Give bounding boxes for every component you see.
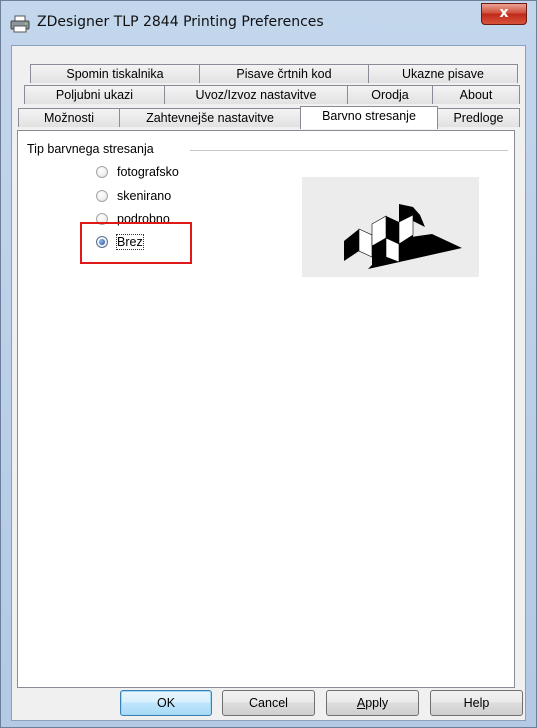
title-bar[interactable]: ZDesigner TLP 2844 Printing Preferences … — [1, 1, 536, 45]
tab-barvno-stresanje[interactable]: Barvno stresanje — [300, 106, 438, 129]
radio-button[interactable] — [96, 166, 108, 178]
printer-icon — [10, 15, 30, 33]
dither-preview-icon — [344, 204, 462, 269]
tab-predloge[interactable]: Predloge — [437, 108, 520, 127]
close-icon: x — [499, 5, 509, 21]
tab-ukazne-pisave[interactable]: Ukazne pisave — [368, 64, 518, 83]
apply-label: pply — [365, 696, 389, 710]
tab-about[interactable]: About — [432, 85, 520, 104]
dither-preview — [302, 177, 479, 277]
tab-zahtevnejse-nastavitve[interactable]: Zahtevnejše nastavitve — [119, 108, 301, 127]
apply-mnemonic: A — [356, 696, 366, 710]
window-title: ZDesigner TLP 2844 Printing Preferences — [37, 14, 324, 30]
apply-button[interactable]: Apply — [326, 690, 419, 716]
tab-uvoz-izvoz-nastavitve[interactable]: Uvoz/Izvoz nastavitve — [164, 85, 348, 104]
group-divider — [190, 150, 508, 151]
tab-moznosti[interactable]: Možnosti — [18, 108, 120, 127]
tab-poljubni-ukazi[interactable]: Poljubni ukazi — [24, 85, 165, 104]
radio-label-fotografsko: fotografsko — [117, 165, 179, 179]
selection-highlight-box — [80, 222, 192, 264]
cancel-button[interactable]: Cancel — [222, 690, 315, 716]
tab-pisave-crtnih-kod[interactable]: Pisave črtnih kod — [199, 64, 369, 83]
tab-spomin-tiskalnika[interactable]: Spomin tiskalnika — [30, 64, 200, 83]
group-title-dither-type: Tip barvnega stresanja — [27, 142, 160, 156]
close-button[interactable]: x — [481, 3, 527, 25]
radio-label-skenirano: skenirano — [117, 189, 172, 203]
help-button[interactable]: Help — [430, 690, 523, 716]
ok-button[interactable]: OK — [120, 690, 212, 716]
tab-orodja[interactable]: Orodja — [347, 85, 433, 104]
radio-button[interactable] — [96, 190, 108, 202]
